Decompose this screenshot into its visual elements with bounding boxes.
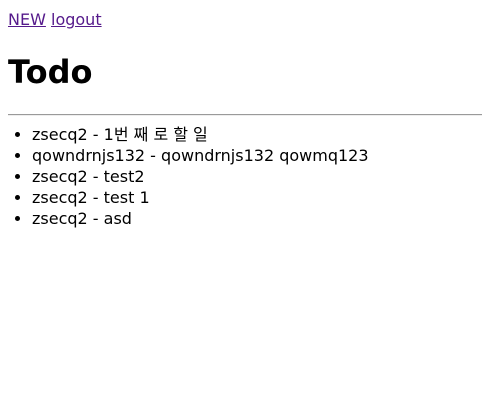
divider bbox=[8, 114, 482, 116]
todo-list: zsecq2 - 1번 째 로 할 일 qowndrnjs132 - qownd… bbox=[8, 124, 482, 229]
page-title: Todo bbox=[8, 53, 93, 91]
todo-page: NEW logout Todo zsecq2 - 1번 째 로 할 일 qown… bbox=[0, 0, 490, 410]
todo-item: zsecq2 - test2 bbox=[32, 166, 482, 187]
todo-item: zsecq2 - test 1 bbox=[32, 187, 482, 208]
logout-link[interactable]: logout bbox=[51, 10, 102, 29]
top-nav: NEW logout bbox=[8, 10, 102, 30]
todo-item: zsecq2 - 1번 째 로 할 일 bbox=[32, 124, 482, 145]
new-link[interactable]: NEW bbox=[8, 10, 46, 29]
todo-item: zsecq2 - asd bbox=[32, 208, 482, 229]
todo-item: qowndrnjs132 - qowndrnjs132 qowmq123 bbox=[32, 145, 482, 166]
